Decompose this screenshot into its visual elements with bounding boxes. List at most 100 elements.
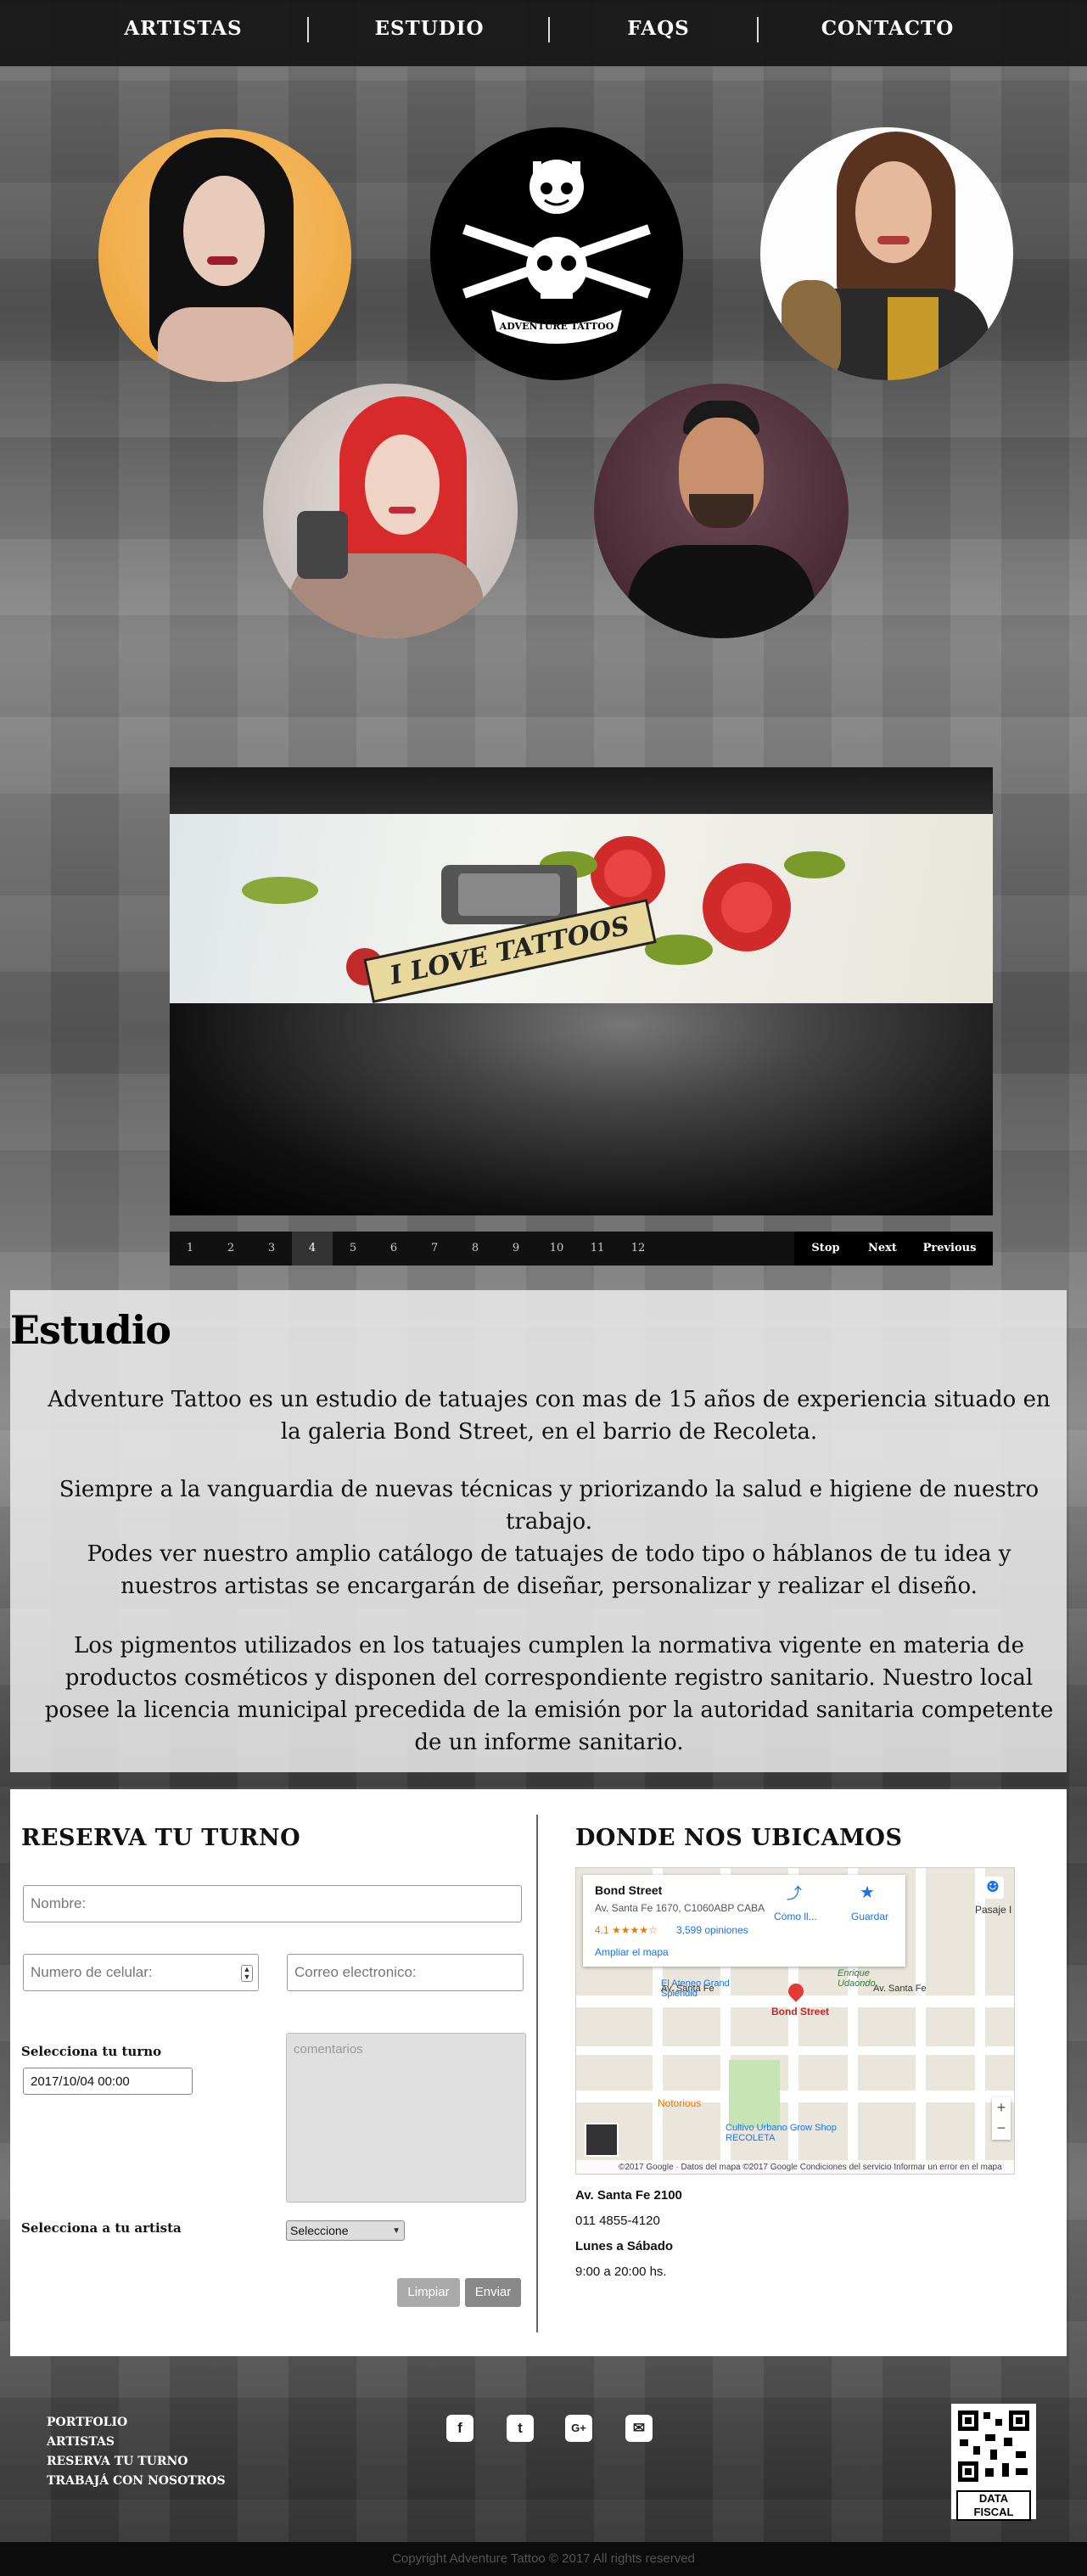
number-spinner-icon[interactable]: ▲ ▼ (241, 1965, 253, 1982)
artist-photo-3[interactable] (263, 384, 518, 638)
hours-text: 9:00 a 20:00 hs. (575, 2265, 667, 2279)
pegman-icon[interactable]: ☻ (982, 1877, 1004, 1899)
nav-estudio[interactable]: ESTUDIO (336, 0, 523, 58)
slider-page-button[interactable]: 3 (251, 1232, 292, 1266)
save-star-icon[interactable]: ★ (860, 1882, 875, 1903)
map-rating: 4.1 ★★★★☆ (595, 1924, 658, 1936)
comments-textarea[interactable]: comentarios (286, 2033, 526, 2203)
nav-faqs[interactable]: FAQS (565, 0, 752, 58)
studio-logo[interactable]: ADVENTURE TATTOO (430, 127, 683, 380)
top-nav: ARTISTAS ESTUDIO FAQS CONTACTO (0, 0, 1087, 66)
map-place-address: Av. Santa Fe 1670, C1060ABP CABA (595, 1902, 765, 1914)
nav-contacto[interactable]: CONTACTO (794, 0, 981, 58)
map-pin-label: Bond Street (771, 2006, 830, 2018)
slide-background (170, 767, 993, 814)
skull-crossed-machines-icon (462, 160, 651, 344)
slider-page-button[interactable]: 8 (455, 1232, 496, 1266)
map-park (729, 2060, 780, 2128)
footer-link-trabaja[interactable]: TRABAJÁ CON NOSOTROS (47, 2472, 226, 2491)
facebook-icon[interactable]: f (446, 2415, 473, 2442)
map-rating-value: 4.1 (595, 1924, 609, 1936)
slider-page-button[interactable]: 11 (577, 1232, 618, 1266)
slider-page-button[interactable]: 2 (210, 1232, 251, 1266)
copyright-bar: Copyright Adventure Tattoo © 2017 All ri… (0, 2542, 1087, 2576)
map-bigger-link[interactable]: Ampliar el mapa (595, 1946, 669, 1958)
directions-icon[interactable]: ⤴ (787, 1882, 802, 1904)
data-fiscal-qr[interactable]: DATA FISCAL (951, 2404, 1036, 2521)
slide-lower-photo (170, 1003, 993, 1215)
map-zoom-controls[interactable]: + − (992, 2097, 1011, 2140)
logo-text: ADVENTURE TATTOO (499, 321, 614, 332)
map-poi-label: Pasaje I (975, 1904, 1012, 1916)
map-footer: ©2017 Google · Datos del mapa ©2017 Goog… (576, 2160, 1014, 2174)
twitter-icon[interactable]: t (507, 2415, 534, 2442)
google-plus-icon[interactable]: G+ (565, 2415, 592, 2442)
phone-placeholder: Numero de celular: (31, 1964, 153, 1980)
slider-page-button[interactable]: 6 (373, 1232, 414, 1266)
tattoo-slider[interactable]: I LOVE TATTOOS (170, 767, 993, 1215)
estudio-paragraph-3: Los pigmentos utilizados en los tatuajes… (44, 1633, 1054, 1755)
map-poi-label: Enrique Udaondo (838, 1968, 876, 1989)
date-input[interactable]: 2017/10/04 00:00 (23, 2068, 193, 2095)
star-rating-icon: ★★★★☆ (612, 1924, 658, 1936)
date-label: Selecciona tu turno (21, 2044, 162, 2059)
slider-page-button[interactable]: 9 (496, 1232, 536, 1266)
artist-photo-2[interactable] (760, 127, 1013, 380)
artist-photo-4[interactable] (594, 384, 849, 638)
ubicacion-title: DONDE NOS UBICAMOS (575, 1825, 903, 1851)
phone-text: 011 4855-4120 (575, 2214, 660, 2228)
estudio-paragraph-2a: Siempre a la vanguardia de nuevas técnic… (59, 1477, 1039, 1535)
map-satellite-toggle[interactable] (585, 2123, 619, 2157)
slider-next-button[interactable]: Next (857, 1232, 908, 1266)
slider-page-button[interactable]: 12 (618, 1232, 658, 1266)
nav-separator (548, 17, 550, 42)
footer-links: PORTFOLIO ARTISTAS RESERVA TU TURNO TRAB… (47, 2413, 226, 2491)
panel-divider (536, 1815, 538, 2332)
map-poi-label: El Ateneo Grand Splendid (661, 1978, 730, 1999)
estudio-paragraph-2b: Podes ver nuestro amplio catálogo de tat… (87, 1541, 1011, 1599)
map-place-name: Bond Street (595, 1883, 663, 1897)
estudio-section: Estudio Adventure Tattoo es un estudio d… (10, 1290, 1067, 1772)
map-poi-label: Cultivo Urbano Grow Shop RECOLETA (726, 2123, 837, 2143)
google-map[interactable]: Av. Santa Fe Av. Santa Fe El Ateneo Gran… (575, 1867, 1015, 2175)
email-icon[interactable]: ✉ (625, 2415, 653, 2442)
slider-page-button[interactable]: 5 (333, 1232, 373, 1266)
nav-separator (307, 17, 309, 42)
map-info-card: Bond Street Av. Santa Fe 1670, C1060ABP … (583, 1875, 905, 1967)
reserva-title: RESERVA TU TURNO (21, 1825, 301, 1851)
map-poi-label: Notorious (658, 2097, 702, 2109)
slider-previous-button[interactable]: Previous (913, 1232, 986, 1266)
data-fiscal-label: DATA FISCAL (956, 2490, 1031, 2521)
send-button[interactable]: Enviar (465, 2278, 521, 2307)
nav-separator (757, 17, 759, 42)
artist-select-value: Seleccione (290, 2224, 349, 2237)
estudio-title: Estudio (10, 1307, 171, 1353)
email-input[interactable]: Correo electronico: (287, 1954, 524, 1991)
map-save-link[interactable]: Guardar (851, 1911, 888, 1922)
slide-sketch-paper (170, 814, 993, 1003)
artist-select[interactable]: Seleccione ▼ (286, 2220, 405, 2241)
footer-link-reserva[interactable]: RESERVA TU TURNO (47, 2452, 226, 2472)
map-directions-link[interactable]: Cómo ll... (774, 1911, 817, 1922)
footer-link-portfolio[interactable]: PORTFOLIO (47, 2413, 226, 2433)
map-reviews-link[interactable]: 3,599 opiniones (676, 1924, 748, 1936)
roses-illustration-icon (242, 836, 845, 985)
slider-page-button[interactable]: 10 (536, 1232, 577, 1266)
address-text: Av. Santa Fe 2100 (575, 2188, 682, 2203)
estudio-paragraph-1: Adventure Tattoo es un estudio de tatuaj… (48, 1387, 1051, 1445)
slider-stop-button[interactable]: Stop (801, 1232, 850, 1266)
slider-page-button[interactable]: 7 (414, 1232, 455, 1266)
artist-label: Selecciona a tu artista (21, 2220, 182, 2236)
slider-page-button[interactable]: 1 (170, 1232, 210, 1266)
days-text: Lunes a Sábado (575, 2239, 674, 2253)
artist-photo-1[interactable] (98, 129, 351, 382)
chevron-down-icon: ▼ (392, 2225, 401, 2236)
phone-input[interactable]: Numero de celular: ▲ ▼ (23, 1954, 259, 1991)
footer-link-artistas[interactable]: ARTISTAS (47, 2433, 226, 2452)
reserva-ubicacion-panel: RESERVA TU TURNO Nombre: Numero de celul… (10, 1789, 1067, 2356)
clear-button[interactable]: Limpiar (397, 2278, 460, 2307)
qr-code-icon (956, 2409, 1031, 2483)
nav-artistas[interactable]: ARTISTAS (90, 0, 277, 58)
name-input[interactable]: Nombre: (23, 1885, 522, 1922)
slider-page-button-active[interactable]: 4 (292, 1232, 333, 1266)
